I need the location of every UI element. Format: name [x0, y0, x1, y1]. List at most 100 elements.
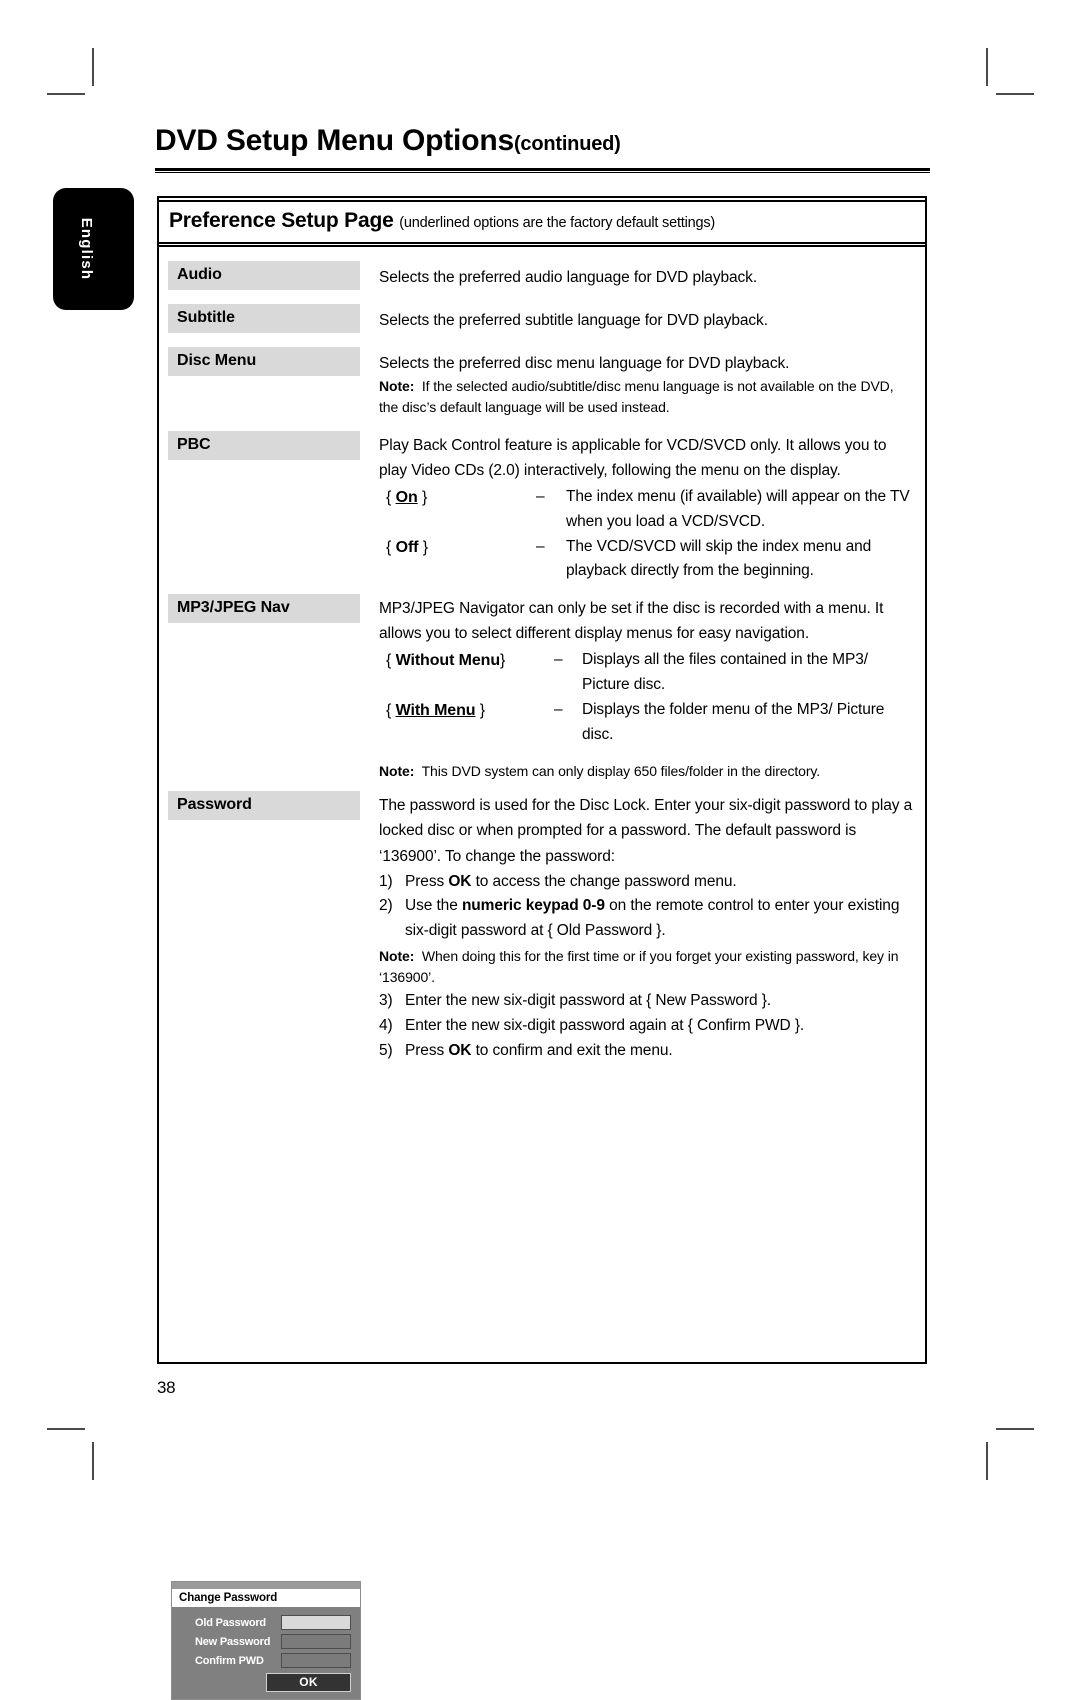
page-title-main: DVD Setup Menu Options — [155, 124, 514, 157]
row-label-column: PBC — [168, 430, 360, 460]
password-note: Note: When doing this for the first time… — [379, 946, 913, 987]
step-number: 1) — [379, 872, 393, 890]
crop-mark-bottom-right-horizontal — [996, 1428, 1034, 1430]
brace-open: { — [386, 538, 392, 556]
note-text: When doing this for the first time or if… — [379, 948, 899, 985]
brace-open: { — [386, 652, 392, 670]
step-number: 4) — [379, 1017, 393, 1035]
option-token-with-menu: { With Menu } — [379, 698, 554, 724]
step-text: Press OK to access the change password m… — [405, 870, 913, 895]
setting-label-password: Password — [168, 791, 360, 821]
setting-description-audio: Selects the preferred audio language for… — [379, 269, 758, 286]
note-text: If the selected audio/subtitle/disc menu… — [379, 378, 894, 416]
step-number: 5) — [379, 1042, 393, 1060]
field-new-password: New Password — [181, 1634, 351, 1650]
note-label: Note: — [379, 948, 415, 965]
setting-description-subtitle: Selects the preferred subtitle language … — [379, 312, 768, 330]
setting-description-mp3-jpeg-nav: MP3/JPEG Navigator can only be set if th… — [379, 600, 884, 643]
password-step-2: 2) Use the numeric keypad 0-9 on the rem… — [379, 894, 913, 944]
option-value-with-menu: With Menu — [395, 701, 476, 719]
step-text-strong: numeric keypad 0-9 — [461, 897, 605, 915]
crop-mark-top-right-vertical — [986, 48, 988, 86]
title-divider — [155, 168, 930, 173]
dialog-button-row: OK — [181, 1673, 351, 1693]
step-number: 2) — [379, 897, 393, 915]
step-number: 3) — [379, 992, 393, 1010]
step-text: Press OK to confirm and exit the menu. — [405, 1039, 913, 1064]
brace-close: } — [422, 538, 429, 556]
table-row-mp3-jpeg-nav: MP3/JPEG Nav MP3/JPEG Navigator can only… — [159, 594, 925, 781]
row-description-column: Selects the preferred subtitle language … — [360, 304, 925, 333]
setting-label-disc-menu: Disc Menu — [168, 347, 360, 377]
field-input-new-password[interactable] — [281, 1634, 351, 1650]
password-step-5: 5) Press OK to confirm and exit the menu… — [379, 1039, 913, 1064]
option-token-off: { Off } — [379, 535, 536, 561]
step-text-strong: OK — [448, 872, 472, 890]
field-label-confirm-pwd: Confirm PWD — [195, 1654, 264, 1667]
option-description-without-menu: Displays all the files contained in the … — [582, 651, 868, 694]
step-text: Enter the new six-digit password at { Ne… — [405, 989, 913, 1014]
password-step-4: 4) Enter the new six-digit password agai… — [379, 1014, 913, 1039]
option-token-without-menu: { Without Menu} — [379, 648, 554, 674]
field-input-confirm-pwd[interactable] — [281, 1653, 351, 1669]
field-input-old-password[interactable] — [281, 1615, 351, 1631]
step-text-pre: Press — [405, 1042, 449, 1060]
setting-note-mp3-jpeg-nav: Note: This DVD system can only display 6… — [379, 761, 913, 782]
preference-setup-table: Preference Setup Page (underlined option… — [157, 196, 927, 1700]
setting-label-pbc: PBC — [168, 430, 360, 460]
option-dash: – — [536, 487, 545, 505]
setting-label-audio: Audio — [168, 261, 360, 290]
dialog-top-bar — [172, 1582, 360, 1590]
table-row-pbc: PBC Play Back Control feature is applica… — [159, 430, 925, 584]
password-steps-list: 1) Press OK to access the change passwor… — [379, 870, 913, 1064]
crop-mark-bottom-left-horizontal — [47, 1428, 85, 1430]
step-text-pre: Enter the new six-digit password at { Ne… — [405, 992, 772, 1010]
page-title: DVD Setup Menu Options(continued) — [155, 126, 930, 156]
option-value-without-menu: Without Menu — [395, 652, 501, 670]
setting-label-mp3-jpeg-nav: MP3/JPEG Nav — [168, 594, 360, 624]
dialog-title: Change Password — [172, 1589, 360, 1608]
password-step-1: 1) Press OK to access the change passwor… — [379, 870, 913, 895]
field-label-new-password: New Password — [195, 1635, 271, 1648]
crop-mark-bottom-left-vertical — [92, 1442, 94, 1480]
language-tab-english: English — [53, 188, 134, 310]
brace-close: } — [479, 701, 486, 719]
option-value-on: On — [395, 488, 418, 506]
option-dash: – — [554, 651, 563, 669]
dialog-body: Old Password New Password Confirm PWD OK — [172, 1607, 360, 1699]
row-description-column: Selects the preferred audio language for… — [360, 261, 925, 290]
row-description-column: The password is used for the Disc Lock. … — [360, 791, 925, 1064]
step-text-pre: Use the — [405, 897, 462, 915]
option-token-on: { On } — [379, 485, 536, 511]
crop-mark-bottom-right-vertical — [986, 1442, 988, 1480]
option-list-mp3-jpeg-nav: { Without Menu} – Displays all the files… — [379, 648, 913, 747]
note-label: Note: — [379, 762, 415, 779]
setting-description-password: The password is used for the Disc Lock. … — [379, 797, 913, 865]
ok-button[interactable]: OK — [266, 1673, 351, 1693]
option-description-on: The index menu (if available) will appea… — [566, 487, 910, 530]
step-text-pre: Enter the new six-digit password again a… — [405, 1017, 805, 1035]
step-text: Use the numeric keypad 0-9 on the remote… — [405, 894, 913, 944]
row-label-column: Subtitle — [168, 304, 360, 334]
page-header: DVD Setup Menu Options(continued) — [155, 126, 930, 173]
row-label-column: Audio — [168, 261, 360, 290]
change-password-dialog: Change Password Old Password New Passwor… — [171, 1581, 361, 1700]
setting-description-disc-menu: Selects the preferred disc menu language… — [379, 355, 790, 373]
option-value-off: Off — [395, 538, 419, 556]
table-row-subtitle: Subtitle Selects the preferred subtitle … — [159, 304, 925, 334]
page-number: 38 — [157, 1378, 176, 1397]
password-step-3: 3) Enter the new six-digit password at {… — [379, 989, 913, 1014]
option-description-with-menu: Displays the folder menu of the MP3/ Pic… — [582, 700, 885, 743]
option-row-without-menu: { Without Menu} – Displays all the files… — [379, 648, 913, 698]
step-text-post: to access the change password menu. — [471, 872, 737, 890]
option-row-with-menu: { With Menu } – Displays the folder menu… — [379, 698, 913, 748]
option-description-off: The VCD/SVCD will skip the index menu an… — [566, 537, 872, 580]
row-description-column: Selects the preferred disc menu language… — [360, 347, 925, 418]
brace-open: { — [386, 488, 392, 506]
section-header: Preference Setup Page (underlined option… — [159, 200, 925, 247]
section-title-note: (underlined options are the factory defa… — [399, 215, 716, 231]
row-label-column: MP3/JPEG Nav — [168, 594, 360, 624]
setting-note-disc-menu: Note: If the selected audio/subtitle/dis… — [379, 376, 913, 417]
brace-close: } — [500, 652, 506, 670]
option-dash: – — [554, 700, 563, 718]
